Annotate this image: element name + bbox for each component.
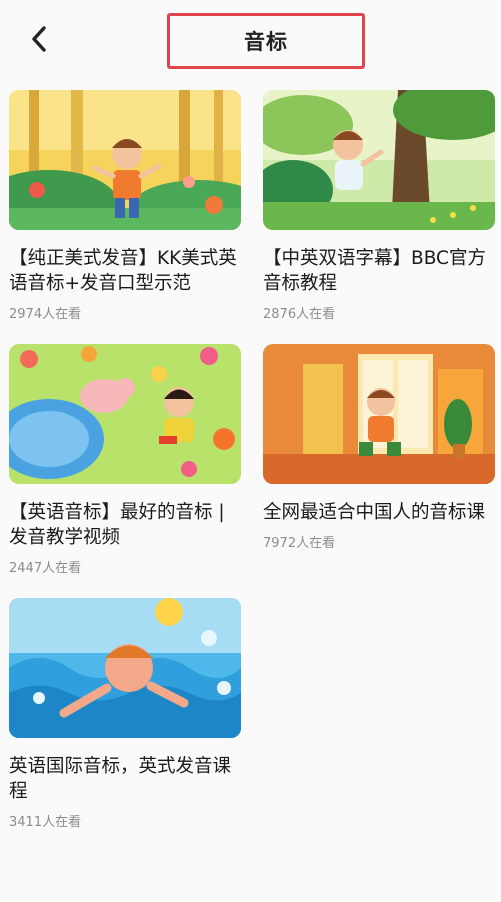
video-thumbnail[interactable]: [9, 344, 241, 484]
video-title[interactable]: 【纯正美式发音】KK美式英语音标+发音口型示范: [9, 246, 241, 296]
video-thumbnail[interactable]: [263, 344, 495, 484]
top-bar: 音标: [0, 0, 501, 80]
video-card[interactable]: 全网最适合中国人的音标课 7972人在看: [263, 344, 495, 551]
video-title[interactable]: 全网最适合中国人的音标课: [263, 500, 495, 525]
video-thumbnail[interactable]: [9, 598, 241, 738]
video-thumbnail[interactable]: [9, 90, 241, 230]
video-card[interactable]: 【纯正美式发音】KK美式英语音标+发音口型示范 2974人在看: [9, 90, 241, 322]
page-title: 音标: [244, 30, 288, 54]
view-count: 7972人在看: [263, 536, 336, 551]
view-count: 3411人在看: [9, 815, 82, 830]
video-card[interactable]: 【英语音标】最好的音标 | 发音教学视频 2447人在看: [9, 344, 241, 576]
video-card[interactable]: 英语国际音标，英式发音课程 3411人在看: [9, 598, 241, 830]
video-title[interactable]: 【中英双语字幕】BBC官方音标教程: [263, 246, 495, 296]
view-count: 2876人在看: [263, 307, 336, 322]
chevron-left-icon: [32, 26, 46, 52]
video-thumbnail[interactable]: [263, 90, 495, 230]
video-title[interactable]: 英语国际音标，英式发音课程: [9, 754, 241, 804]
view-count: 2974人在看: [9, 307, 82, 322]
view-count: 2447人在看: [9, 561, 82, 576]
video-card[interactable]: 【中英双语字幕】BBC官方音标教程 2876人在看: [263, 90, 495, 322]
video-title[interactable]: 【英语音标】最好的音标 | 发音教学视频: [9, 500, 241, 550]
page-title-box: 音标: [167, 13, 365, 69]
back-button[interactable]: [22, 22, 56, 56]
